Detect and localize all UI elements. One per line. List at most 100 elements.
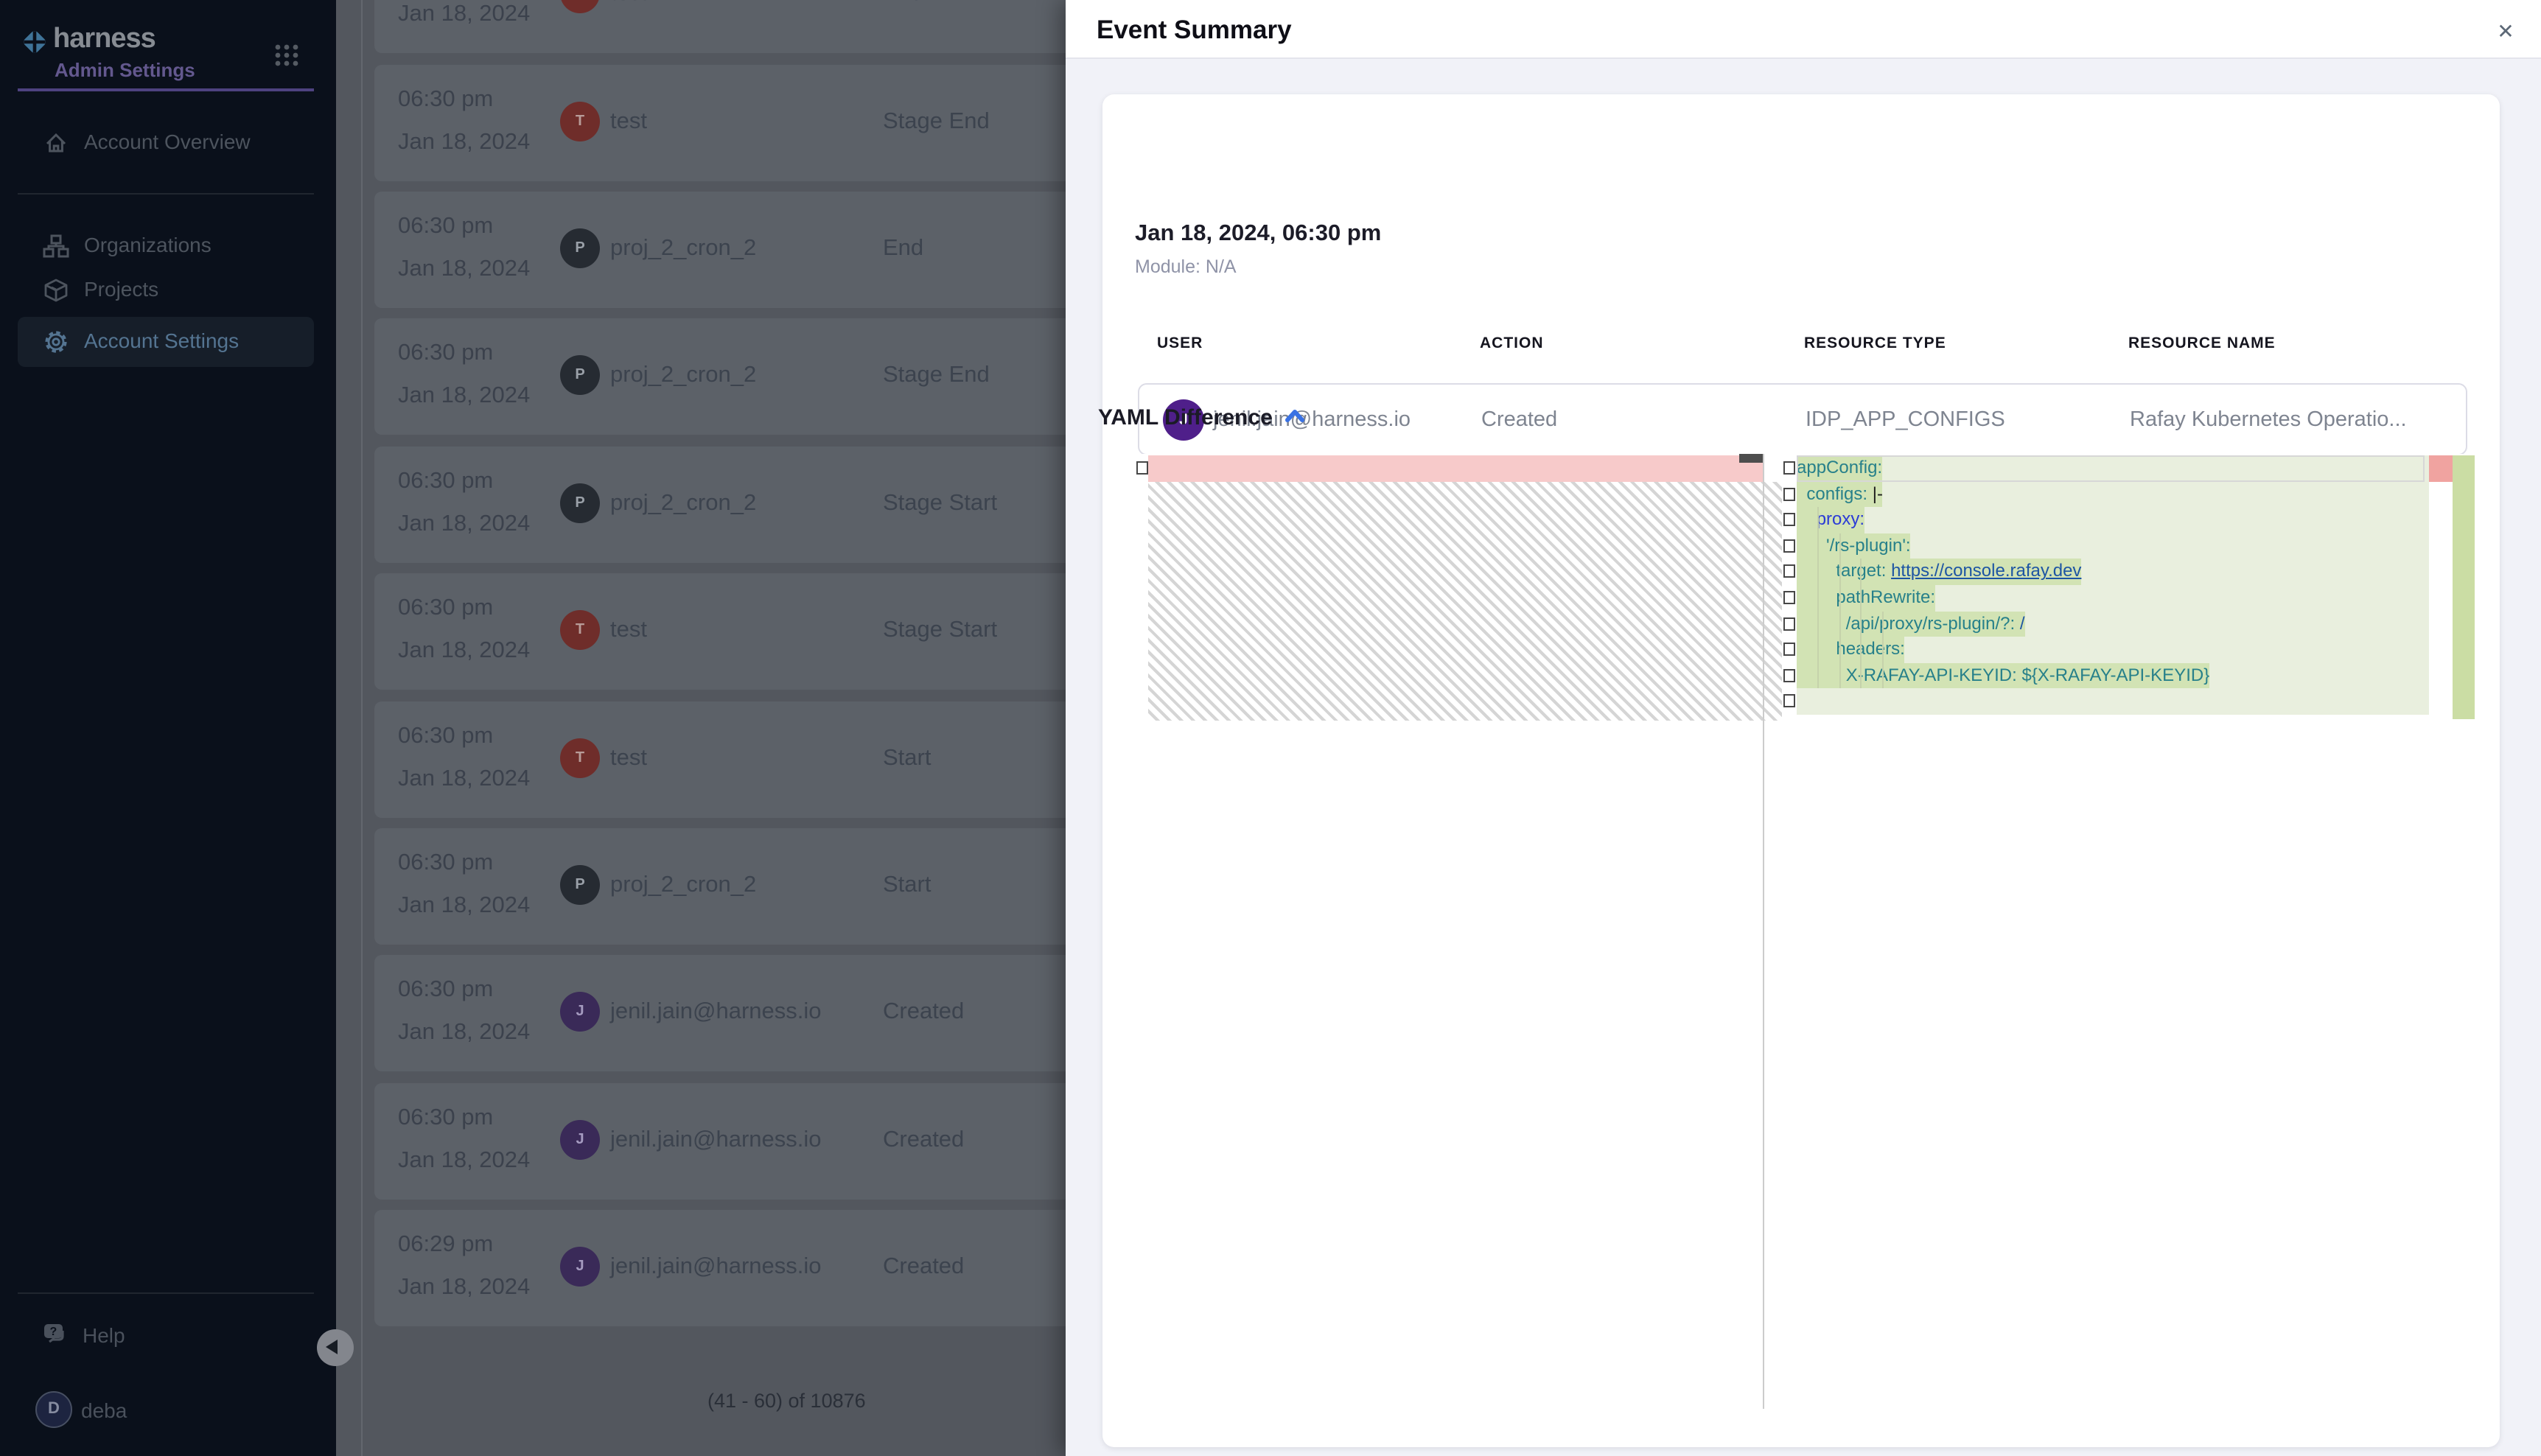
event-date: Jan 18, 2024 <box>398 256 530 283</box>
event-user: test <box>610 617 647 644</box>
event-resource-type: IDP_APP_CONFIGS <box>1806 408 2005 432</box>
diff-added-line: target: https://console.rafay.dev <box>1797 559 2429 585</box>
diff-added-line: /api/proxy/rs-plugin/?: / <box>1797 611 2429 637</box>
scrollbar-thumb[interactable] <box>1739 454 1763 463</box>
diff-glyph-box <box>1783 669 1794 682</box>
diff-added-line: proxy: <box>1797 507 2429 533</box>
table-row[interactable]: 06:30 pm Jan 18, 2024 Jjenil.jain@harness.… <box>374 1082 1066 1199</box>
help-chat-icon: ? <box>41 1320 71 1350</box>
diff-removed-line <box>1148 455 1762 481</box>
event-user: test <box>610 745 647 771</box>
org-chart-icon <box>43 233 69 259</box>
diff-added-line <box>1797 689 2429 715</box>
event-action: Created <box>883 1254 964 1281</box>
table-row[interactable]: 06:29 pmJan 18, 2024Jjenil.jain@harness.… <box>374 1210 1066 1326</box>
sidebar-subtitle: Admin Settings <box>55 59 195 81</box>
current-line-highlight <box>1797 455 2425 482</box>
event-date: Jan 18, 2024 <box>398 129 530 155</box>
sidebar-item-organizations[interactable]: Organizations <box>18 221 314 271</box>
overview-ruler-removed <box>2429 455 2452 481</box>
sidebar-item-help[interactable]: ? Help <box>41 1320 307 1353</box>
table-row[interactable]: 06:30 pm Jan 18, 2024 Ttest Stage End <box>374 64 1066 181</box>
diff-glyph-box <box>1783 565 1794 578</box>
event-action: Stage Start <box>883 617 997 644</box>
sidebar-divider <box>18 193 314 195</box>
table-row[interactable]: 06:30 pmJan 18, 2024TtestStage Start <box>374 573 1066 690</box>
avatar: P <box>560 228 600 268</box>
diff-added-line: pathRewrite: <box>1797 585 2429 611</box>
diff-glyph-box <box>1783 539 1794 553</box>
event-action: Created <box>883 1000 964 1026</box>
event-action: Start <box>883 872 931 899</box>
event-row[interactable]: J jenil.jain@harness.io Created IDP_APP_… <box>1138 383 2467 455</box>
pagination-range: (41 - 60) of 10876 <box>707 1390 866 1412</box>
event-action: Created <box>1481 408 1557 432</box>
event-user: proj_2_cron_2 <box>610 872 756 899</box>
avatar: T <box>560 610 600 650</box>
avatar: T <box>560 101 600 141</box>
avatar: J <box>560 993 600 1032</box>
event-time: 06:29 pm <box>398 1232 493 1259</box>
indent-guide <box>1861 559 1862 689</box>
yaml-diff-editor[interactable]: appConfig: configs: |- proxy: '/rs-plugi… <box>1135 454 2475 1409</box>
yaml-difference-label: YAML Difference <box>1098 405 1273 430</box>
sidebar-item-account-overview[interactable]: Account Overview <box>18 118 314 168</box>
sidebar-item-label: Projects <box>84 277 158 301</box>
table-row[interactable]: 06:30 pmJan 18, 2024Pproj_2_cron_2Start <box>374 828 1066 945</box>
harness-logo-icon <box>19 27 50 57</box>
drawer-header: Event Summary ✕ <box>1066 0 2541 59</box>
column-header-resource-name: RESOURCE NAME <box>2128 335 2276 352</box>
diff-glyph-box <box>1783 617 1794 630</box>
diff-glyph-box <box>1783 513 1794 526</box>
event-date: Jan 18, 2024 <box>398 638 530 665</box>
event-date: Jan 18, 2024 <box>398 766 530 792</box>
table-row[interactable]: 06:30 pmJan 18, 2024TtestStart <box>374 701 1066 817</box>
column-header-action: ACTION <box>1480 335 1544 352</box>
avatar: J <box>560 1119 600 1159</box>
event-time: 06:30 pm <box>398 341 493 368</box>
overview-ruler-added <box>2452 455 2475 719</box>
app-grid-icon[interactable] <box>274 44 299 66</box>
table-row[interactable]: 06:30 pmJan 18, 2024Jjenil.jain@harness.… <box>374 956 1066 1072</box>
event-date: Jan 18, 2024 <box>398 384 530 410</box>
sidebar-footer-divider <box>18 1292 314 1294</box>
column-header-user: USER <box>1157 335 1203 352</box>
event-date: Jan 18, 2024 <box>398 1147 530 1174</box>
diff-sash[interactable] <box>1762 454 1764 1409</box>
logo-text: harness <box>53 24 155 56</box>
cube-icon <box>43 277 69 304</box>
event-time: 06:30 pm <box>398 86 493 113</box>
avatar: T <box>560 738 600 777</box>
sidebar-item-label: Organizations <box>84 233 212 256</box>
event-user: test <box>610 108 647 135</box>
sidebar-item-projects[interactable]: Projects <box>18 265 314 315</box>
avatar: P <box>560 356 600 396</box>
event-action: Stage End <box>883 108 990 135</box>
diff-glyph-box <box>1783 487 1794 500</box>
user-menu[interactable]: D deba <box>35 1391 301 1432</box>
event-time: 06:30 pm <box>398 468 493 494</box>
event-action: End <box>883 0 923 7</box>
event-action: Stage End <box>883 363 990 390</box>
event-user: jenil.jain@harness.io <box>610 1127 822 1153</box>
close-icon[interactable]: ✕ <box>2489 15 2522 47</box>
table-row[interactable]: 06:30 pmJan 18, 2024TtestEnd <box>374 0 1066 53</box>
chevron-up-icon[interactable] <box>1285 408 1304 423</box>
event-summary-drawer: Event Summary ✕ Jan 18, 2024, 06:30 pm M… <box>1066 0 2541 1456</box>
sidebar-item-account-settings[interactable]: Account Settings <box>18 317 314 367</box>
event-user: proj_2_cron_2 <box>610 236 756 262</box>
drawer-title: Event Summary <box>1097 15 1292 46</box>
table-row[interactable]: 06:30 pmJan 18, 2024Pproj_2_cron_2Stage … <box>374 446 1066 562</box>
event-date: Jan 18, 2024 <box>398 1 530 28</box>
event-time: 06:30 pm <box>398 1105 493 1131</box>
indent-guide <box>1818 507 1820 688</box>
sidebar-collapse-button[interactable] <box>317 1329 354 1366</box>
diff-added-line: '/rs-plugin': <box>1797 533 2429 559</box>
event-time: 06:30 pm <box>398 214 493 240</box>
diff-glyph-box <box>1136 461 1147 474</box>
table-row[interactable]: 06:30 pmJan 18, 2024Pproj_2_cron_2End <box>374 192 1066 308</box>
event-time: 06:30 pm <box>398 978 493 1004</box>
table-row[interactable]: 06:30 pmJan 18, 2024Pproj_2_cron_2Stage … <box>374 319 1066 435</box>
user-name: deba <box>81 1399 127 1422</box>
harness-logo: harness <box>19 25 314 60</box>
